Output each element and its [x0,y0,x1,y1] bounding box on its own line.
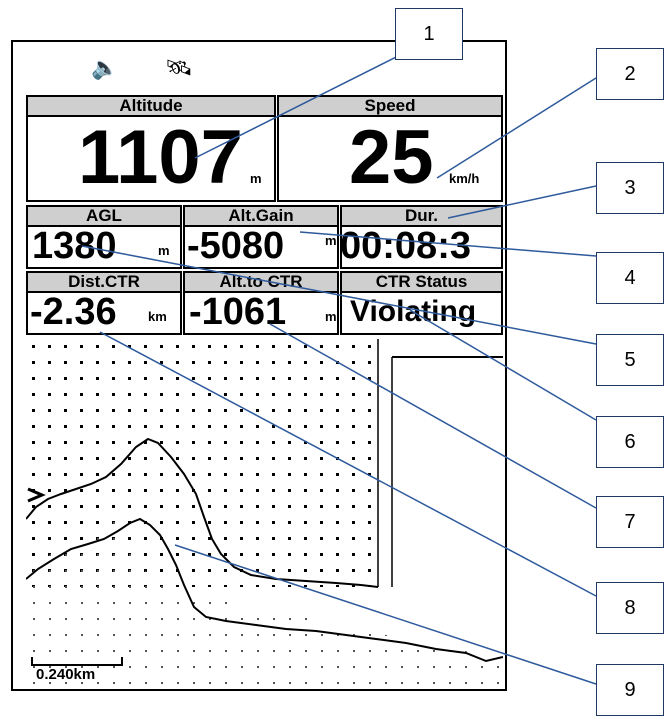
leader-lines [81,39,597,685]
callout-3: 3 [596,162,664,214]
callout-7: 7 [596,496,664,548]
callout-8: 8 [596,582,664,634]
callout-2: 2 [596,48,664,100]
leader-line-4 [299,231,597,257]
callout-5: 5 [596,334,664,386]
leader-line-2 [436,77,597,179]
leader-line-5 [81,245,597,345]
callout-6: 6 [596,416,664,468]
leader-line-8 [99,331,597,597]
callout-9: 9 [596,664,664,716]
callout-1: 1 [395,8,463,60]
leader-line-7 [269,323,597,509]
callout-4: 4 [596,252,664,304]
leader-line-3 [447,185,597,219]
leader-line-9 [174,544,597,685]
